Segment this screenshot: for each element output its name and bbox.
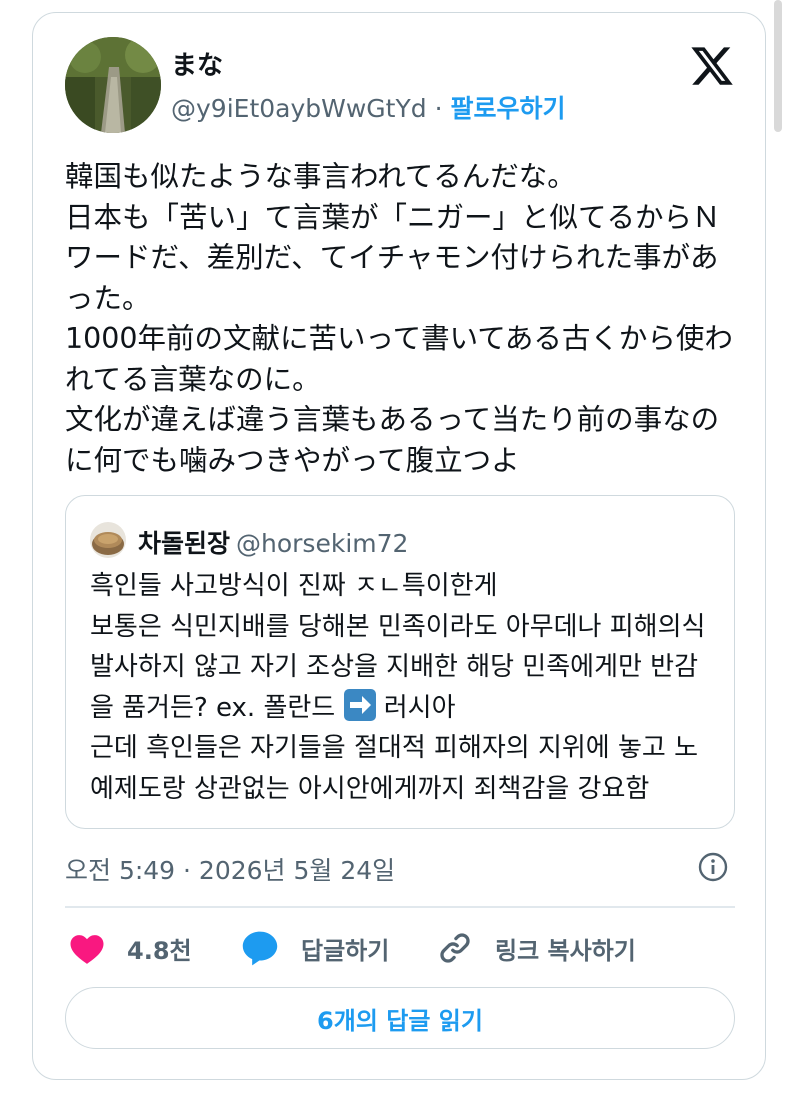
tweet-text: 韓国も似たような事言われてるんだな。 日本も「苦い」て言葉が「ニガー」と似てるか…: [65, 160, 733, 477]
like-button[interactable]: 4.8천: [69, 928, 192, 968]
read-replies-button[interactable]: 6개의 답글 읽기: [65, 987, 735, 1049]
divider: [65, 906, 735, 908]
author-handle[interactable]: @y9iEt0aybWwGtYd: [171, 94, 427, 123]
tweet-timestamp[interactable]: 오전 5:49 · 2026년 5월 24일: [65, 851, 395, 887]
author-handle-row: @y9iEt0aybWwGtYd · 팔로우하기: [171, 89, 566, 125]
like-count: 4.8천: [127, 936, 192, 965]
follow-button[interactable]: 팔로우하기: [450, 94, 565, 123]
quoted-tweet[interactable]: 차돌된장 @horsekim72 흑인들 사고방식이 진짜 ㅈㄴ특이한게 보통은 …: [65, 495, 735, 829]
copy-link-button[interactable]: 링크 복사하기: [437, 928, 636, 968]
heart-icon: [70, 935, 104, 964]
author-display-name[interactable]: まな: [171, 45, 223, 82]
author-avatar[interactable]: [65, 37, 161, 133]
quoted-display-name: 차돌된장: [138, 529, 231, 558]
reply-bubble-icon: [242, 931, 278, 966]
copy-link-label: 링크 복사하기: [495, 936, 636, 965]
reply-button[interactable]: 답글하기: [241, 928, 389, 968]
x-logo-icon[interactable]: [689, 43, 735, 89]
info-icon[interactable]: [697, 851, 729, 883]
quoted-author-row: 차돌된장 @horsekim72: [138, 524, 408, 560]
reply-label: 답글하기: [301, 936, 390, 965]
right-arrow-emoji-icon: [343, 688, 376, 721]
page-scrollbar[interactable]: [774, 0, 782, 132]
tweet-card: まな @y9iEt0aybWwGtYd · 팔로우하기 韓国も似たような事言われ…: [32, 12, 766, 1080]
separator-dot: ·: [434, 94, 443, 123]
quoted-author-avatar[interactable]: [90, 522, 126, 558]
read-replies-label: 6개의 답글 읽기: [317, 1006, 483, 1035]
link-icon: [440, 933, 470, 963]
quoted-handle: @horsekim72: [236, 529, 409, 558]
quoted-text: 흑인들 사고방식이 진짜 ㅈㄴ특이한게 보통은 식민지배를 당해본 민족이라도 …: [90, 566, 720, 809]
